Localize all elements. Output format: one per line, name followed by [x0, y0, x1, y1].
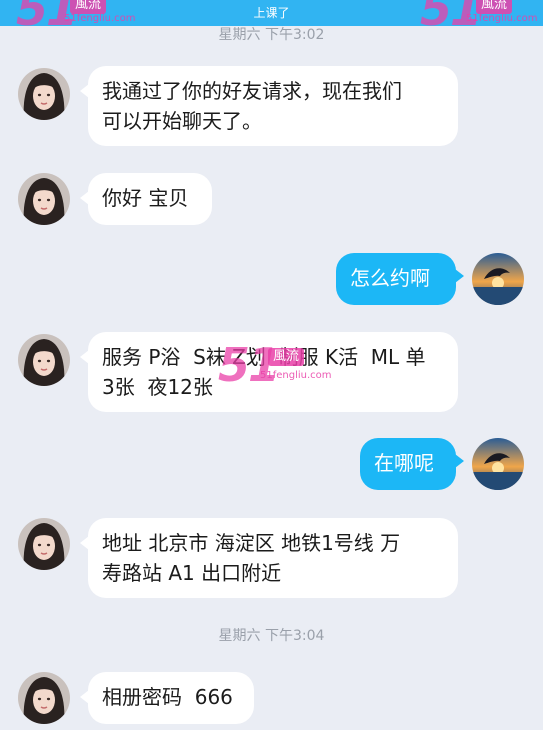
- dolphin-sunset-icon: [472, 438, 524, 490]
- timestamp: 星期六 下午3:04: [218, 628, 325, 644]
- received-message-bubble[interactable]: 相册密码 666: [80, 672, 254, 724]
- sent-message-bubble[interactable]: 怎么约啊: [336, 253, 464, 305]
- contact-avatar[interactable]: [18, 518, 70, 570]
- contact-avatar[interactable]: [18, 173, 70, 225]
- woman-portrait-icon: [18, 672, 70, 724]
- woman-portrait-icon: [18, 173, 70, 225]
- watermark-badge: 風流: [268, 348, 305, 366]
- watermark-site: 51fengliu.com: [466, 13, 538, 24]
- woman-portrait-icon: [18, 68, 70, 120]
- woman-portrait-icon: [18, 334, 70, 386]
- woman-portrait-icon: [18, 518, 70, 570]
- dolphin-sunset-icon: [472, 253, 524, 305]
- received-message-bubble[interactable]: 地址 北京市 海淀区 地铁1号线 万 寿路站 A1 出口附近: [80, 518, 458, 598]
- top-bar: 51 風流 51fengliu.com 上课了 51 風流 51fengliu.…: [0, 0, 543, 26]
- self-avatar[interactable]: [472, 438, 524, 490]
- received-message-bubble[interactable]: 你好 宝贝: [80, 173, 212, 225]
- watermark-site: 51fengliu.com: [260, 370, 332, 381]
- sent-message-bubble[interactable]: 在哪呢: [360, 438, 464, 490]
- self-avatar[interactable]: [472, 253, 524, 305]
- watermark-badge: 風流: [476, 0, 513, 14]
- received-message-bubble[interactable]: 我通过了你的好友请求，现在我们 可以开始聊天了。: [80, 66, 458, 146]
- contact-avatar[interactable]: [18, 68, 70, 120]
- timestamp: 星期六 下午3:02: [218, 27, 325, 43]
- contact-avatar[interactable]: [18, 334, 70, 386]
- contact-avatar[interactable]: [18, 672, 70, 724]
